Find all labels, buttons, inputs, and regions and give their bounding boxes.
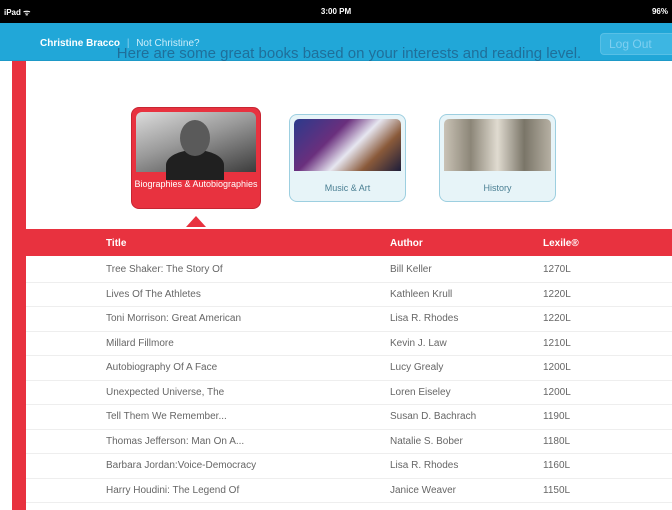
book-author: Kevin J. Law	[390, 337, 447, 349]
book-title: Unexpected Universe, The	[106, 386, 225, 398]
table-row[interactable]: Thomas Jefferson: Man On A... Natalie S.…	[26, 430, 672, 454]
book-lexile: 1190L	[543, 411, 571, 422]
category-history[interactable]: History	[439, 114, 556, 202]
table-row[interactable]: Harry Houdini: The Legend Of Janice Weav…	[26, 479, 672, 503]
book-author: Susan D. Bachrach	[390, 411, 477, 422]
category-music-art[interactable]: Music & Art	[289, 114, 406, 202]
column-author[interactable]: Author	[390, 238, 423, 249]
table-row[interactable]: Autobiography Of A Face Lucy Grealy 1200…	[26, 356, 672, 381]
history-image	[444, 119, 551, 171]
book-title: Thomas Jefferson: Man On A...	[106, 435, 245, 447]
book-author: Lisa R. Rhodes	[390, 313, 459, 324]
book-author: Lucy Grealy	[390, 362, 444, 373]
book-lexile: 1200L	[543, 386, 571, 398]
table-header: Title Author Lexile®	[26, 229, 672, 256]
table-row[interactable]: Barbara Jordan:Voice-Democracy Lisa R. R…	[26, 454, 672, 479]
book-title: Autobiography Of A Face	[106, 362, 218, 373]
book-lexile: 1160L	[543, 460, 571, 471]
portrait-face	[180, 120, 210, 156]
book-title: Harry Houdini: The Legend Of	[106, 484, 240, 496]
category-label: Biographies & Autobiographies	[134, 179, 258, 189]
table-row[interactable]: Tree Shaker: The Story Of Bill Keller 12…	[26, 258, 672, 283]
category-label: Music & Art	[324, 183, 371, 193]
book-author: Natalie S. Bober	[390, 435, 463, 447]
table-row[interactable]: Tell Them We Remember... Susan D. Bachra…	[26, 405, 672, 430]
status-battery: 96%	[651, 7, 668, 16]
column-title[interactable]: Title	[106, 238, 126, 249]
biography-image	[136, 112, 256, 180]
table-row[interactable]: Millard Fillmore Kevin J. Law 1210L	[26, 332, 672, 356]
category-biographies[interactable]: Biographies & Autobiographies	[131, 107, 261, 209]
table-row[interactable]: Toni Morrison: Great American Lisa R. Rh…	[26, 307, 672, 332]
column-lexile[interactable]: Lexile®	[543, 238, 579, 249]
book-title: Tree Shaker: The Story Of	[106, 264, 223, 275]
book-author: Loren Eiseley	[390, 386, 451, 398]
book-lexile: 1200L	[543, 362, 571, 373]
book-author: Bill Keller	[390, 264, 432, 275]
book-lexile: 1220L	[543, 288, 571, 300]
left-accent-bar	[12, 61, 26, 510]
music-art-image	[294, 119, 401, 171]
book-title: Toni Morrison: Great American	[106, 313, 242, 324]
category-label: History	[483, 183, 512, 193]
book-author: Kathleen Krull	[390, 288, 453, 300]
selected-category-pointer	[186, 216, 206, 227]
book-title: Tell Them We Remember...	[106, 411, 227, 422]
book-lexile: 1210L	[543, 337, 571, 349]
page-headline: Here are some great books based on your …	[116, 45, 582, 62]
status-time: 3:00 PM	[320, 7, 352, 16]
book-lexile: 1150L	[543, 484, 571, 496]
book-lexile: 1180L	[543, 435, 571, 447]
book-lexile: 1270L	[543, 264, 571, 275]
book-lexile: 1220L	[543, 313, 571, 324]
book-title: Millard Fillmore	[106, 337, 174, 349]
status-bar: iPad ᯤ 3:00 PM 96%	[0, 0, 672, 23]
table-row[interactable]: Unexpected Universe, The Loren Eiseley 1…	[26, 381, 672, 405]
table-row[interactable]: Lives Of The Athletes Kathleen Krull 122…	[26, 283, 672, 307]
book-author: Lisa R. Rhodes	[390, 460, 459, 471]
book-title: Lives Of The Athletes	[106, 288, 201, 300]
book-list: Tree Shaker: The Story Of Bill Keller 12…	[26, 258, 672, 503]
book-title: Barbara Jordan:Voice-Democracy	[106, 460, 257, 471]
book-author: Janice Weaver	[390, 484, 456, 496]
